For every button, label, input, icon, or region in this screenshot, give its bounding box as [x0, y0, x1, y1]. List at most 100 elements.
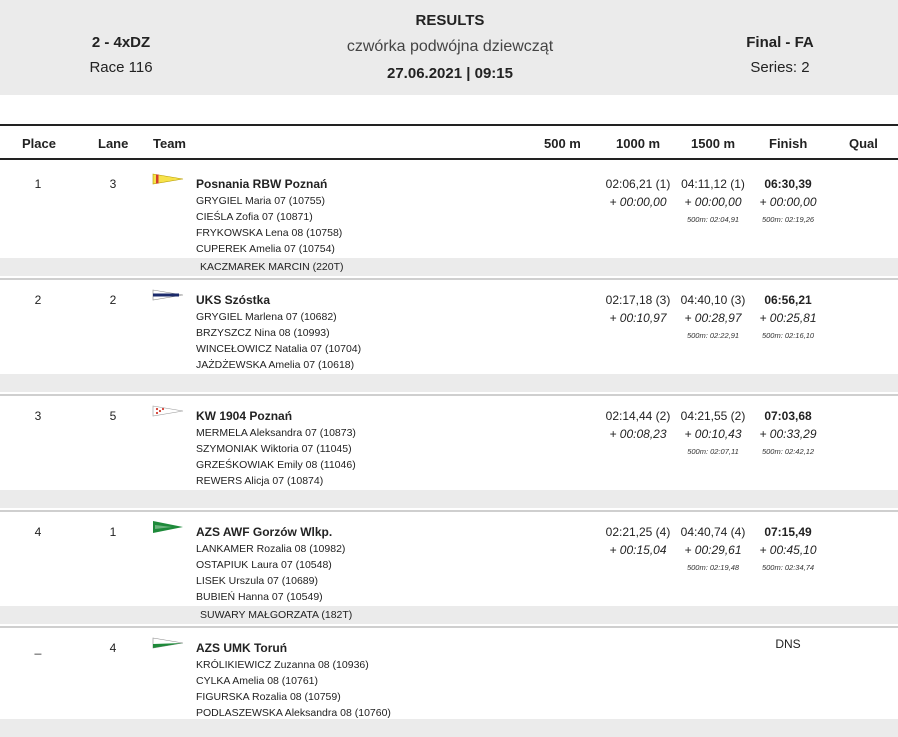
- rower-name: WINCEŁOWICZ Natalia 07 (10704): [196, 343, 362, 355]
- split-1500m: 04:40,74 (4): [680, 525, 746, 539]
- split-1500m: 04:21,55 (2): [680, 409, 746, 423]
- rower-name: LISEK Urszula 07 (10689): [196, 575, 318, 587]
- event-code: 2 - 4xDZ: [91, 34, 151, 51]
- rower-name: PODLASZEWSKA Aleksandra 08 (10760): [196, 707, 391, 719]
- rower-name: BUBIEŃ Hanna 07 (10549): [196, 591, 323, 603]
- lane-value: 2: [109, 293, 117, 307]
- coach-name: KACZMAREK MARCIN (220T): [200, 261, 344, 273]
- posnania-flag-icon: [152, 172, 184, 186]
- place-value: 4: [34, 525, 42, 539]
- col-1500m: 1500 m: [691, 136, 736, 151]
- rower-name: JAŻDŻEWSKA Amelia 07 (10618): [196, 359, 355, 371]
- col-team: Team: [153, 136, 186, 151]
- coach-bar: SUWARY MAŁGORZATA (182T): [0, 606, 898, 624]
- place-value: 2: [34, 293, 42, 307]
- diff-1000m: + 00:00,00: [609, 195, 667, 209]
- rower-name: FIGURSKA Rozalia 08 (10759): [196, 691, 341, 703]
- table-row: 1 3 Posnania RBW Poznań GRYGIEL Maria 07 (1…: [0, 162, 898, 278]
- pace-finish: 500m: 02:19,26: [761, 215, 815, 224]
- event-name: czwórka podwójna dziewcząt: [346, 38, 554, 55]
- split-1000m: 02:06,21 (1): [605, 177, 671, 191]
- row-divider: [0, 394, 898, 396]
- split-1500m: 04:11,12 (1): [681, 177, 745, 191]
- race-header: 2 - 4xDZ Race 116 RESULTS czwórka podwój…: [0, 0, 898, 95]
- pace-finish: 500m: 02:16,10: [761, 331, 815, 340]
- rower-name: MERMELA Aleksandra 07 (10873): [196, 427, 356, 439]
- split-1000m: 02:21,25 (4): [605, 525, 671, 539]
- diff-1000m: + 00:10,97: [609, 311, 667, 325]
- coach-name: SUWARY MAŁGORZATA (182T): [200, 609, 353, 621]
- team-name: AZS UMK Toruń: [196, 641, 288, 655]
- lane-value: 1: [109, 525, 117, 539]
- race-number: Race 116: [89, 59, 153, 76]
- place-value: 3: [34, 409, 42, 423]
- row-divider: [0, 626, 898, 628]
- rower-name: GRYGIEL Marlena 07 (10682): [196, 311, 337, 323]
- row-footer-bar: [0, 719, 898, 737]
- finish-time: 07:03,68: [764, 409, 812, 423]
- azs-umk-torun-flag-icon: [152, 636, 184, 650]
- rower-name: CYLKA Amelia 08 (10761): [196, 675, 318, 687]
- table-row: 4 1 AZS AWF Gorzów Wlkp. LANKAMER Rozalia 0…: [0, 510, 898, 626]
- split-1000m: 02:17,18 (3): [605, 293, 671, 307]
- diff-finish: + 00:00,00: [759, 195, 817, 209]
- diff-1500m: + 00:28,97: [684, 311, 742, 325]
- rower-name: FRYKOWSKA Lena 08 (10758): [196, 227, 343, 239]
- azs-awf-gorzow-flag-icon: [152, 520, 184, 534]
- col-qual: Qual: [849, 136, 878, 151]
- rower-name: GRZEŚKOWIAK Emily 08 (11046): [196, 459, 356, 471]
- lane-value: 3: [109, 177, 117, 191]
- lane-value: 5: [109, 409, 117, 423]
- race-series: Series: 2: [750, 59, 810, 76]
- team-name: UKS Szóstka: [196, 293, 271, 307]
- results-table-header: Place Lane Team 500 m 1000 m 1500 m Fini…: [0, 124, 898, 160]
- rower-name: BRZYSZCZ Nina 08 (10993): [196, 327, 330, 339]
- pace-1500m: 500m: 02:22,91: [686, 331, 740, 340]
- rower-name: GRYGIEL Maria 07 (10755): [196, 195, 325, 207]
- rower-name: CUPEREK Amelia 07 (10754): [196, 243, 335, 255]
- finish-time: DNS: [775, 637, 801, 651]
- page-title: RESULTS: [415, 12, 485, 29]
- diff-1000m: + 00:08,23: [609, 427, 667, 441]
- split-1500m: 04:40,10 (3): [680, 293, 746, 307]
- col-lane: Lane: [98, 136, 129, 151]
- race-phase: Final - FA: [746, 34, 814, 51]
- diff-finish: + 00:45,10: [759, 543, 817, 557]
- coach-bar: KACZMAREK MARCIN (220T): [0, 258, 898, 276]
- rower-name: LANKAMER Rozalia 08 (10982): [196, 543, 346, 555]
- table-row: 2 2 UKS Szóstka GRYGIEL Marlena 07 (10682) B…: [0, 278, 898, 394]
- team-name: Posnania RBW Poznań: [196, 177, 328, 191]
- finish-time: 07:15,49: [764, 525, 812, 539]
- table-row: 3 5 KW 1904 Poznań MERMELA Aleksandra 07 (1…: [0, 394, 898, 510]
- pace-1500m: 500m: 02:04,91: [686, 215, 740, 224]
- uks-szostka-flag-icon: [152, 288, 184, 302]
- pace-finish: 500m: 02:34,74: [761, 563, 815, 572]
- diff-finish: + 00:25,81: [759, 311, 817, 325]
- pace-finish: 500m: 02:42,12: [761, 447, 815, 456]
- split-1000m: 02:14,44 (2): [605, 409, 671, 423]
- pace-1500m: 500m: 02:07,11: [687, 447, 739, 456]
- row-footer-bar: [0, 490, 898, 508]
- kw-1904-flag-icon: [152, 404, 184, 418]
- diff-1500m: + 00:10,43: [684, 427, 742, 441]
- rower-name: KRÓLIKIEWICZ Zuzanna 08 (10936): [196, 659, 369, 671]
- diff-finish: + 00:33,29: [759, 427, 817, 441]
- place-value: _: [34, 641, 42, 655]
- race-datetime: 27.06.2021 | 09:15: [387, 65, 513, 82]
- diff-1500m: + 00:29,61: [684, 543, 742, 557]
- pace-1500m: 500m: 02:19,48: [686, 563, 740, 572]
- rower-name: REWERS Alicja 07 (10874): [196, 475, 324, 487]
- finish-time: 06:30,39: [764, 177, 812, 191]
- table-row: _ 4 AZS UMK Toruń KRÓLIKIEWICZ Zuzanna 08 (…: [0, 626, 898, 737]
- col-1000m: 1000 m: [616, 136, 661, 151]
- col-500m: 500 m: [544, 136, 581, 151]
- row-divider: [0, 278, 898, 280]
- finish-time: 06:56,21: [764, 293, 812, 307]
- row-divider: [0, 510, 898, 512]
- rower-name: OSTAPIUK Laura 07 (10548): [196, 559, 332, 571]
- team-name: AZS AWF Gorzów Wlkp.: [196, 525, 333, 539]
- diff-1000m: + 00:15,04: [609, 543, 667, 557]
- place-value: 1: [34, 177, 42, 191]
- rower-name: SZYMONIAK Wiktoria 07 (11045): [196, 443, 352, 455]
- lane-value: 4: [109, 641, 117, 655]
